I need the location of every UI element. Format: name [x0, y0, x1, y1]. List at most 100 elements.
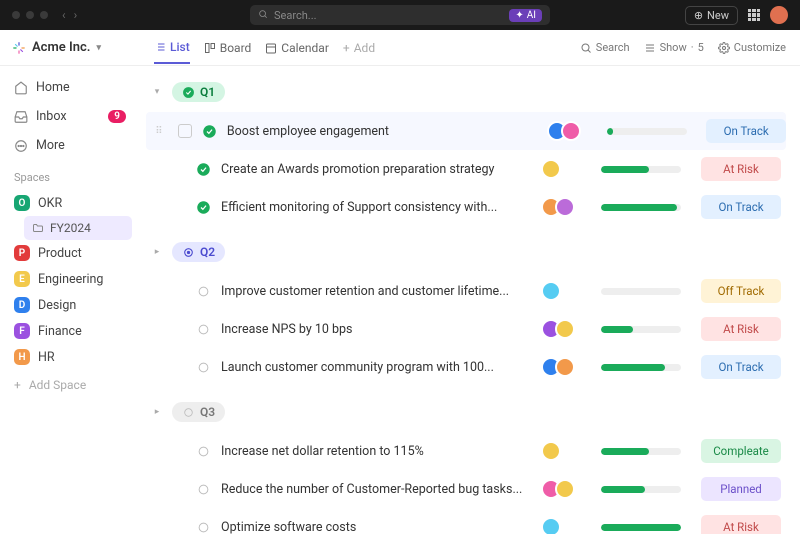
status-badge[interactable]: At Risk [701, 157, 781, 181]
task-title[interactable]: Improve customer retention and customer … [221, 284, 531, 299]
status-badge[interactable]: On Track [701, 195, 781, 219]
nav-home[interactable]: Home [8, 74, 132, 101]
group-header-q3[interactable]: ▸ Q3 [150, 396, 786, 432]
drag-handle-icon[interactable]: ⠿ [150, 126, 168, 137]
caret-icon[interactable]: ▸ [150, 247, 164, 257]
status-icon[interactable] [196, 162, 211, 177]
assignee-avatar[interactable] [555, 319, 575, 339]
task-row[interactable]: Improve customer retention and customer … [150, 272, 786, 310]
ai-button[interactable]: ✦ AI [509, 9, 542, 22]
add-view[interactable]: + Add [343, 33, 375, 63]
status-icon[interactable] [196, 322, 211, 337]
task-row[interactable]: Reduce the number of Customer-Reported b… [150, 470, 786, 508]
space-item-okr[interactable]: OOKR [8, 190, 132, 216]
assignees [541, 159, 591, 179]
toolbar-search[interactable]: Search [580, 41, 630, 54]
spaces-label: Spaces [8, 161, 132, 188]
space-name: OKR [38, 196, 62, 211]
task-row[interactable]: Create an Awards promotion preparation s… [150, 150, 786, 188]
add-space[interactable]: + Add Space [8, 372, 132, 398]
status-badge[interactable]: At Risk [701, 515, 781, 534]
back-icon[interactable]: ‹ [62, 8, 66, 22]
status-icon[interactable] [196, 482, 211, 497]
task-title[interactable]: Create an Awards promotion preparation s… [221, 162, 531, 177]
close-dot[interactable] [12, 11, 20, 19]
group-pill[interactable]: Q2 [172, 242, 225, 262]
nav-more[interactable]: More [8, 132, 132, 159]
toolbar-show[interactable]: Show · 5 [644, 41, 704, 54]
status-badge[interactable]: Compleate [701, 439, 781, 463]
tab-list[interactable]: List [154, 32, 190, 64]
assignee-avatar[interactable] [555, 197, 575, 217]
task-row[interactable]: Increase net dollar retention to 115% Co… [150, 432, 786, 470]
max-dot[interactable] [40, 11, 48, 19]
tab-board[interactable]: Board [204, 33, 252, 63]
assignee-avatar[interactable] [541, 281, 561, 301]
sparkle-icon: ✦ [515, 10, 523, 21]
space-item-hr[interactable]: HHR [8, 344, 132, 370]
space-name: Design [38, 298, 76, 313]
search-icon [258, 9, 268, 22]
apps-icon[interactable] [748, 9, 760, 21]
task-title[interactable]: Increase NPS by 10 bps [221, 322, 531, 337]
task-title[interactable]: Boost employee engagement [227, 124, 537, 139]
nav-inbox[interactable]: Inbox 9 [8, 103, 132, 130]
user-avatar[interactable] [770, 6, 788, 24]
tab-calendar[interactable]: Calendar [265, 33, 329, 63]
group-pill[interactable]: Q3 [172, 402, 225, 422]
assignee-avatar[interactable] [561, 121, 581, 141]
task-row[interactable]: ⠿ Boost employee engagement On Track [146, 112, 786, 150]
progress-bar [601, 524, 691, 531]
caret-icon[interactable]: ▾ [150, 87, 164, 97]
group-pill[interactable]: Q1 [172, 82, 225, 102]
space-item-product[interactable]: PProduct [8, 240, 132, 266]
progress-bar [601, 166, 691, 173]
new-button[interactable]: ⊕ New [685, 6, 738, 25]
status-icon[interactable] [196, 200, 211, 215]
space-badge: F [14, 323, 30, 339]
caret-icon[interactable]: ▸ [150, 407, 164, 417]
assignees [541, 281, 591, 301]
group-header-q2[interactable]: ▸ Q2 [150, 236, 786, 272]
toolbar-customize[interactable]: Customize [718, 41, 786, 54]
task-row[interactable]: Efficient monitoring of Support consiste… [150, 188, 786, 226]
assignee-avatar[interactable] [541, 441, 561, 461]
task-title[interactable]: Launch customer community program with 1… [221, 360, 531, 375]
status-badge[interactable]: At Risk [701, 317, 781, 341]
forward-icon[interactable]: › [74, 8, 78, 22]
space-sub-fy2024[interactable]: FY2024 [24, 216, 132, 240]
assignee-avatar[interactable] [541, 517, 561, 534]
status-badge[interactable]: Off Track [701, 279, 781, 303]
assignee-avatar[interactable] [555, 479, 575, 499]
view-tabs: List Board Calendar + Add Search Show · … [140, 32, 800, 64]
space-item-design[interactable]: DDesign [8, 292, 132, 318]
space-item-engineering[interactable]: EEngineering [8, 266, 132, 292]
task-title[interactable]: Efficient monitoring of Support consiste… [221, 200, 531, 215]
workspace-switcher[interactable]: Acme Inc. ▾ [0, 40, 140, 55]
assignee-avatar[interactable] [555, 357, 575, 377]
task-row[interactable]: Optimize software costs At Risk [150, 508, 786, 534]
task-row[interactable]: Launch customer community program with 1… [150, 348, 786, 386]
min-dot[interactable] [26, 11, 34, 19]
group-header-q1[interactable]: ▾ Q1 [150, 76, 786, 112]
checkbox[interactable] [178, 124, 192, 138]
space-badge: P [14, 245, 30, 261]
workspace-logo-icon [12, 41, 26, 55]
status-icon[interactable] [202, 124, 217, 139]
status-badge[interactable]: On Track [706, 119, 786, 143]
task-title[interactable]: Increase net dollar retention to 115% [221, 444, 531, 459]
status-icon[interactable] [196, 444, 211, 459]
status-badge[interactable]: On Track [701, 355, 781, 379]
task-title[interactable]: Reduce the number of Customer-Reported b… [221, 482, 531, 497]
assignee-avatar[interactable] [541, 159, 561, 179]
status-icon[interactable] [196, 284, 211, 299]
space-item-finance[interactable]: FFinance [8, 318, 132, 344]
task-row[interactable]: Increase NPS by 10 bps At Risk [150, 310, 786, 348]
assignees [541, 197, 591, 217]
status-icon[interactable] [196, 520, 211, 534]
status-icon[interactable] [196, 360, 211, 375]
task-title[interactable]: Optimize software costs [221, 520, 531, 534]
status-badge[interactable]: Planned [701, 477, 781, 501]
window-controls[interactable] [12, 11, 48, 19]
global-search[interactable]: Search... ✦ AI [250, 5, 550, 25]
